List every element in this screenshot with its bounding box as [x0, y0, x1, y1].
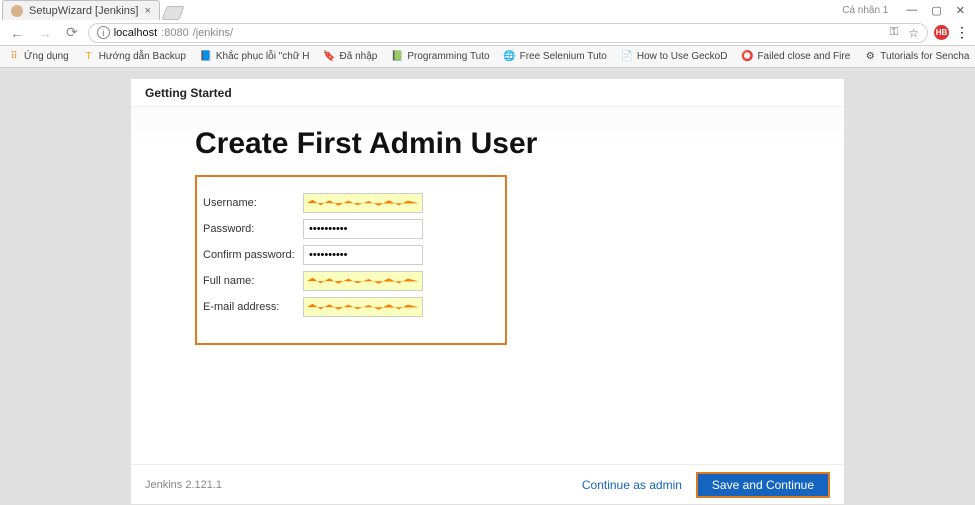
extension-icon[interactable]: HB [934, 25, 949, 40]
bookmarks-bar: ⠿ Ứng dụng T Hướng dẫn Backup 📘 Khắc phục … [0, 46, 975, 68]
bookmark-icon: ⭕ [741, 51, 753, 63]
confirm-password-label: Confirm password: [203, 249, 303, 261]
bookmark-item[interactable]: 🔖 Đã nhập [324, 51, 378, 63]
bookmark-icon: 🌐 [504, 51, 516, 63]
url-host: localhost [114, 27, 157, 39]
bookmark-label: How to Use GeckoD [637, 51, 728, 62]
bookmark-item[interactable]: T Hướng dẫn Backup [83, 51, 186, 63]
bookmark-label: Tutorials for Sencha [880, 51, 969, 62]
tab-close-icon[interactable]: × [144, 5, 150, 17]
bookmark-item[interactable]: 📘 Khắc phục lỗi "chữ H [200, 51, 310, 63]
nav-reload-button[interactable]: ⟳ [62, 24, 82, 41]
page-title: Create First Admin User [195, 127, 780, 161]
bookmark-icon: 📄 [621, 51, 633, 63]
window-close-icon[interactable]: ✕ [956, 4, 965, 17]
bookmark-icon: ⚙ [864, 51, 876, 63]
url-path: /jenkins/ [193, 27, 233, 39]
apps-label: Ứng dụng [24, 51, 69, 62]
email-label: E-mail address: [203, 301, 303, 313]
address-bar[interactable]: i localhost :8080/jenkins/ ⚿ ☆ [88, 23, 928, 43]
jenkins-version-label: Jenkins 2.121.1 [145, 479, 222, 491]
bookmark-item[interactable]: 📄 How to Use GeckoD [621, 51, 728, 63]
bookmark-icon: T [83, 51, 95, 63]
admin-user-form: Username: Password: Confirm password: Fu… [195, 175, 507, 345]
key-icon[interactable]: ⚿ [890, 26, 898, 39]
window-maximize-icon[interactable]: ▢ [931, 4, 941, 17]
favicon-icon [11, 5, 23, 17]
email-input[interactable] [303, 297, 423, 317]
save-and-continue-button[interactable]: Save and Continue [696, 472, 830, 498]
password-input[interactable] [303, 219, 423, 239]
setup-wizard-panel: Getting Started Create First Admin User … [130, 78, 845, 505]
bookmark-star-icon[interactable]: ☆ [908, 26, 919, 40]
bookmark-label: Programming Tuto [407, 51, 489, 62]
username-input[interactable] [303, 193, 423, 213]
url-port: :8080 [161, 27, 189, 39]
tab-title: SetupWizard [Jenkins] [29, 5, 138, 17]
window-minimize-icon[interactable]: ― [906, 4, 917, 16]
nav-forward-button[interactable]: → [34, 25, 56, 41]
bookmark-item[interactable]: ⚙ Tutorials for Sencha [864, 51, 969, 63]
bookmark-label: Đã nhập [340, 51, 378, 62]
new-tab-button[interactable] [161, 6, 184, 20]
wizard-header: Getting Started [131, 79, 844, 107]
bookmark-item[interactable]: 📗 Programming Tuto [391, 51, 489, 63]
bookmark-icon: 🔖 [324, 51, 336, 63]
nav-back-button[interactable]: ← [6, 25, 28, 41]
apps-icon: ⠿ [8, 51, 20, 63]
browser-tab[interactable]: SetupWizard [Jenkins] × [2, 0, 160, 20]
bookmark-label: Hướng dẫn Backup [99, 51, 186, 62]
username-label: Username: [203, 197, 303, 209]
fullname-label: Full name: [203, 275, 303, 287]
apps-button[interactable]: ⠿ Ứng dụng [8, 51, 69, 63]
confirm-password-input[interactable] [303, 245, 423, 265]
bookmark-label: Khắc phục lỗi "chữ H [216, 51, 310, 62]
bookmark-label: Free Selenium Tuto [520, 51, 607, 62]
profile-label[interactable]: Cá nhân 1 [842, 5, 888, 16]
continue-as-admin-link[interactable]: Continue as admin [582, 478, 682, 492]
site-info-icon[interactable]: i [97, 26, 110, 39]
fullname-input[interactable] [303, 271, 423, 291]
bookmark-item[interactable]: 🌐 Free Selenium Tuto [504, 51, 607, 63]
bookmark-icon: 📘 [200, 51, 212, 63]
bookmark-icon: 📗 [391, 51, 403, 63]
bookmark-item[interactable]: ⭕ Failed close and Fire [741, 51, 850, 63]
chrome-menu-icon[interactable]: ⋮ [955, 24, 969, 41]
bookmark-label: Failed close and Fire [757, 51, 850, 62]
password-label: Password: [203, 223, 303, 235]
